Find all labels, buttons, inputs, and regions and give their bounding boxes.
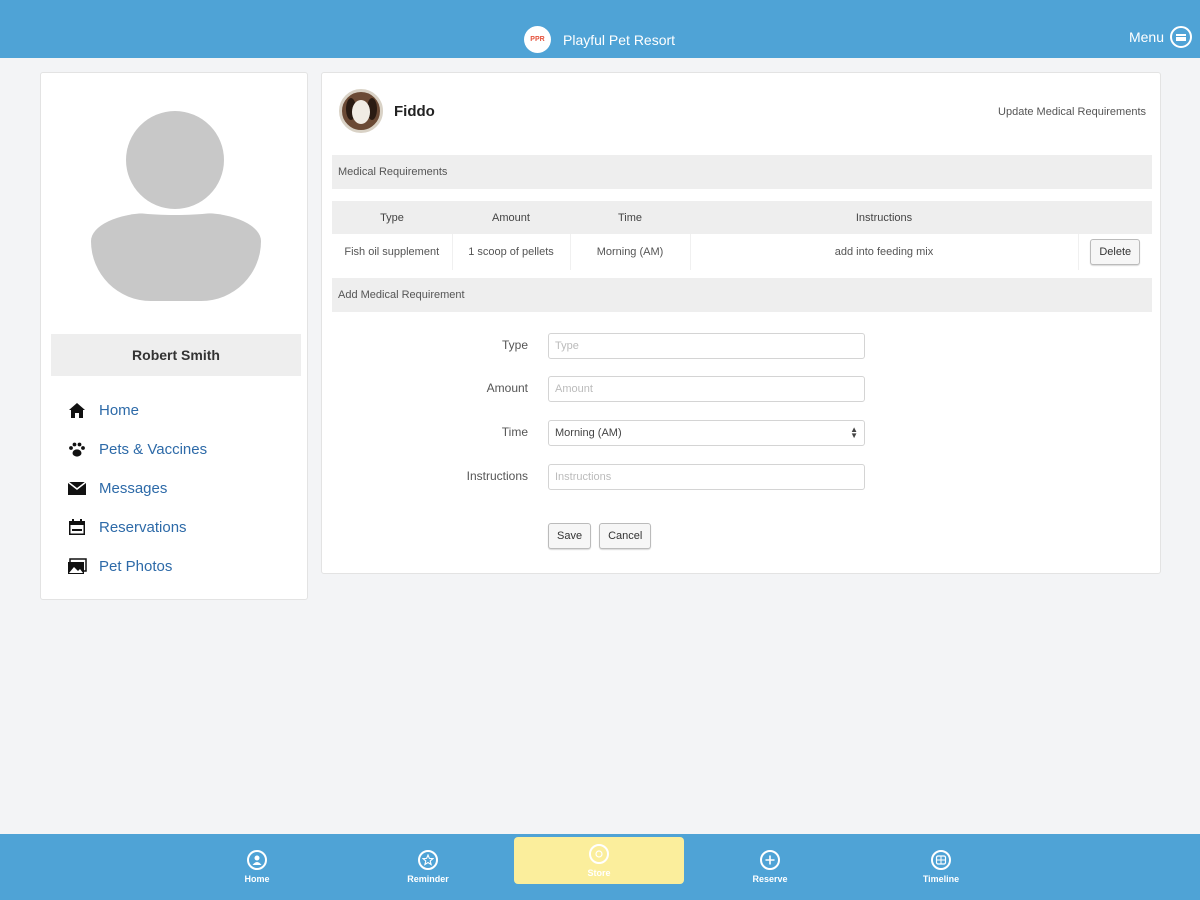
- medical-requirements-header: Medical Requirements: [332, 155, 1152, 189]
- tab-label: Store: [587, 867, 611, 878]
- tab-label: Reminder: [407, 874, 449, 884]
- tab-timeline[interactable]: Timeline: [856, 834, 1026, 900]
- column-header-instructions: Instructions: [690, 201, 1078, 234]
- tab-label: Timeline: [922, 874, 960, 884]
- menu-label: Menu: [1128, 29, 1164, 45]
- sidebar-item-pet-photos[interactable]: Pet Photos: [67, 547, 207, 586]
- column-header-amount: Amount: [452, 201, 570, 234]
- medical-requirements-table: Type Amount Time Instructions Fish oil s…: [332, 201, 1152, 270]
- tab-reserve[interactable]: Reserve: [685, 834, 855, 900]
- sidebar-item-label: Home: [99, 402, 140, 419]
- sidebar-item-home[interactable]: Home: [67, 391, 207, 430]
- cell-instructions: add into feeding mix: [690, 234, 1079, 270]
- instructions-label: Instructions: [466, 469, 528, 483]
- cell-time: Morning (AM): [570, 234, 691, 270]
- profile-card: Robert Smith Home Pets & Vaccines Messag…: [40, 72, 308, 600]
- sidebar-item-label: Reservations: [99, 519, 187, 536]
- tab-label: Reserve: [752, 874, 788, 884]
- menu-button[interactable]: Menu: [1129, 26, 1192, 48]
- instructions-input[interactable]: [548, 464, 865, 490]
- form-actions: Save Cancel: [548, 523, 652, 549]
- form-row-instructions: Instructions: [322, 464, 1162, 490]
- column-header-action: [1078, 201, 1152, 234]
- save-button[interactable]: Save: [548, 523, 592, 549]
- medical-requirements-card: Fiddo Update Medical Requirements Medica…: [321, 72, 1161, 574]
- amount-input[interactable]: [548, 376, 865, 402]
- person-icon: [247, 850, 267, 870]
- sidebar-nav: Home Pets & Vaccines Messages Reservatio…: [67, 391, 207, 586]
- form-row-type: Type: [322, 333, 1162, 359]
- sidebar-item-label: Pets & Vaccines: [99, 441, 208, 458]
- plus-icon: [760, 850, 780, 870]
- table-row: Fish oil supplement 1 scoop of pellets M…: [332, 234, 1152, 270]
- envelope-icon: [67, 479, 87, 499]
- brand-logo: PPR: [524, 26, 551, 53]
- tab-label: Home: [244, 874, 270, 884]
- add-medical-requirement-header: Add Medical Requirement: [332, 278, 1152, 312]
- brand[interactable]: PPR Playful Pet Resort: [524, 26, 675, 53]
- sidebar-item-label: Pet Photos: [99, 558, 173, 575]
- amount-label: Amount: [486, 381, 528, 395]
- timeline-icon: [931, 850, 951, 870]
- star-icon: [418, 850, 438, 870]
- cell-amount: 1 scoop of pellets: [452, 234, 571, 270]
- home-icon: [67, 401, 87, 421]
- tab-home[interactable]: Home: [172, 834, 342, 900]
- tab-reminder[interactable]: Reminder: [343, 834, 513, 900]
- time-label: Time: [501, 425, 528, 439]
- sidebar-item-reservations[interactable]: Reservations: [67, 508, 207, 547]
- type-label: Type: [501, 338, 528, 352]
- type-input[interactable]: [548, 333, 865, 359]
- store-icon: [589, 843, 609, 864]
- column-header-type: Type: [332, 201, 452, 234]
- pet-photo: [339, 89, 383, 133]
- sidebar-item-label: Messages: [99, 480, 168, 497]
- paw-icon: [67, 440, 87, 460]
- app-title: Playful Pet Resort: [563, 31, 676, 48]
- delete-button[interactable]: Delete: [1090, 239, 1141, 265]
- select-arrows-icon: ▲ ▼: [850, 425, 858, 440]
- photos-icon: [67, 557, 87, 577]
- sidebar-item-messages[interactable]: Messages: [67, 469, 207, 508]
- cell-type: Fish oil supplement: [332, 234, 453, 270]
- update-medical-requirements-link[interactable]: Update Medical Requirements: [998, 106, 1146, 118]
- calendar-icon: [67, 518, 87, 538]
- time-select-value: Morning (AM): [555, 427, 622, 439]
- cell-action: Delete: [1078, 234, 1152, 270]
- hamburger-icon: [1170, 26, 1192, 48]
- time-select[interactable]: Morning (AM) ▲ ▼: [548, 420, 865, 446]
- avatar: [91, 111, 261, 301]
- user-name: Robert Smith: [51, 334, 301, 376]
- form-row-time: Time Morning (AM) ▲ ▼: [322, 420, 1162, 446]
- form-row-amount: Amount: [322, 376, 1162, 402]
- bottom-nav: Home Reminder Store Reserve Timeline: [0, 834, 1200, 900]
- top-bar: PPR Playful Pet Resort Menu: [0, 0, 1200, 58]
- table-header-row: Type Amount Time Instructions: [332, 201, 1152, 234]
- pet-name: Fiddo: [394, 103, 435, 120]
- sidebar-item-pets-vaccines[interactable]: Pets & Vaccines: [67, 430, 207, 469]
- column-header-time: Time: [570, 201, 690, 234]
- cancel-button[interactable]: Cancel: [599, 523, 652, 549]
- tab-store[interactable]: Store: [514, 837, 684, 884]
